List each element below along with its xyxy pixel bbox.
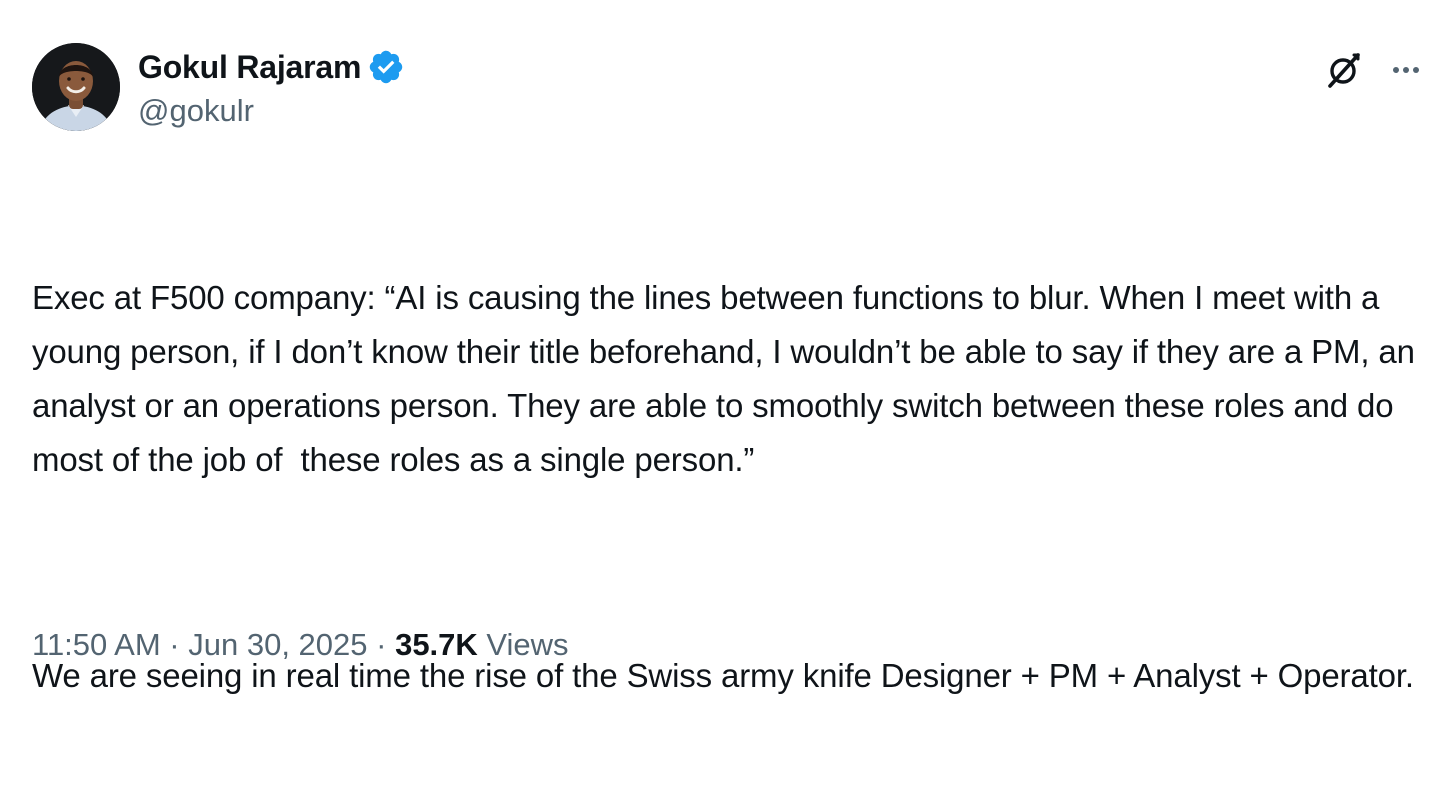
tweet-date[interactable]: Jun 30, 2025 bbox=[188, 627, 367, 663]
author-display-name[interactable]: Gokul Rajaram bbox=[138, 49, 361, 86]
tweet-card: Gokul Rajaram @gokulr Exec at F500 compa… bbox=[0, 0, 1456, 707]
avatar[interactable] bbox=[32, 43, 120, 131]
tweet-time[interactable]: 11:50 AM bbox=[32, 627, 161, 663]
views-label[interactable]: Views bbox=[478, 627, 568, 663]
tweet-text: Exec at F500 company: “AI is causing the… bbox=[32, 163, 1432, 811]
author-identity: Gokul Rajaram @gokulr bbox=[138, 45, 405, 129]
tweet-header: Gokul Rajaram @gokulr bbox=[32, 42, 405, 132]
meta-separator: · bbox=[160, 627, 189, 662]
verified-badge-icon[interactable] bbox=[367, 48, 405, 86]
tweet-paragraph: Exec at F500 company: “AI is causing the… bbox=[32, 279, 1424, 478]
views-count[interactable]: 35.7K bbox=[395, 627, 478, 663]
tweet-meta: 11:50 AM · Jun 30, 2025 · 35.7K Views bbox=[32, 627, 569, 663]
top-actions bbox=[1324, 50, 1424, 90]
grok-icon[interactable] bbox=[1324, 50, 1364, 90]
name-row: Gokul Rajaram bbox=[138, 45, 405, 89]
author-handle[interactable]: @gokulr bbox=[138, 93, 405, 129]
meta-separator: · bbox=[367, 627, 396, 662]
more-horizontal-icon[interactable] bbox=[1388, 52, 1424, 88]
